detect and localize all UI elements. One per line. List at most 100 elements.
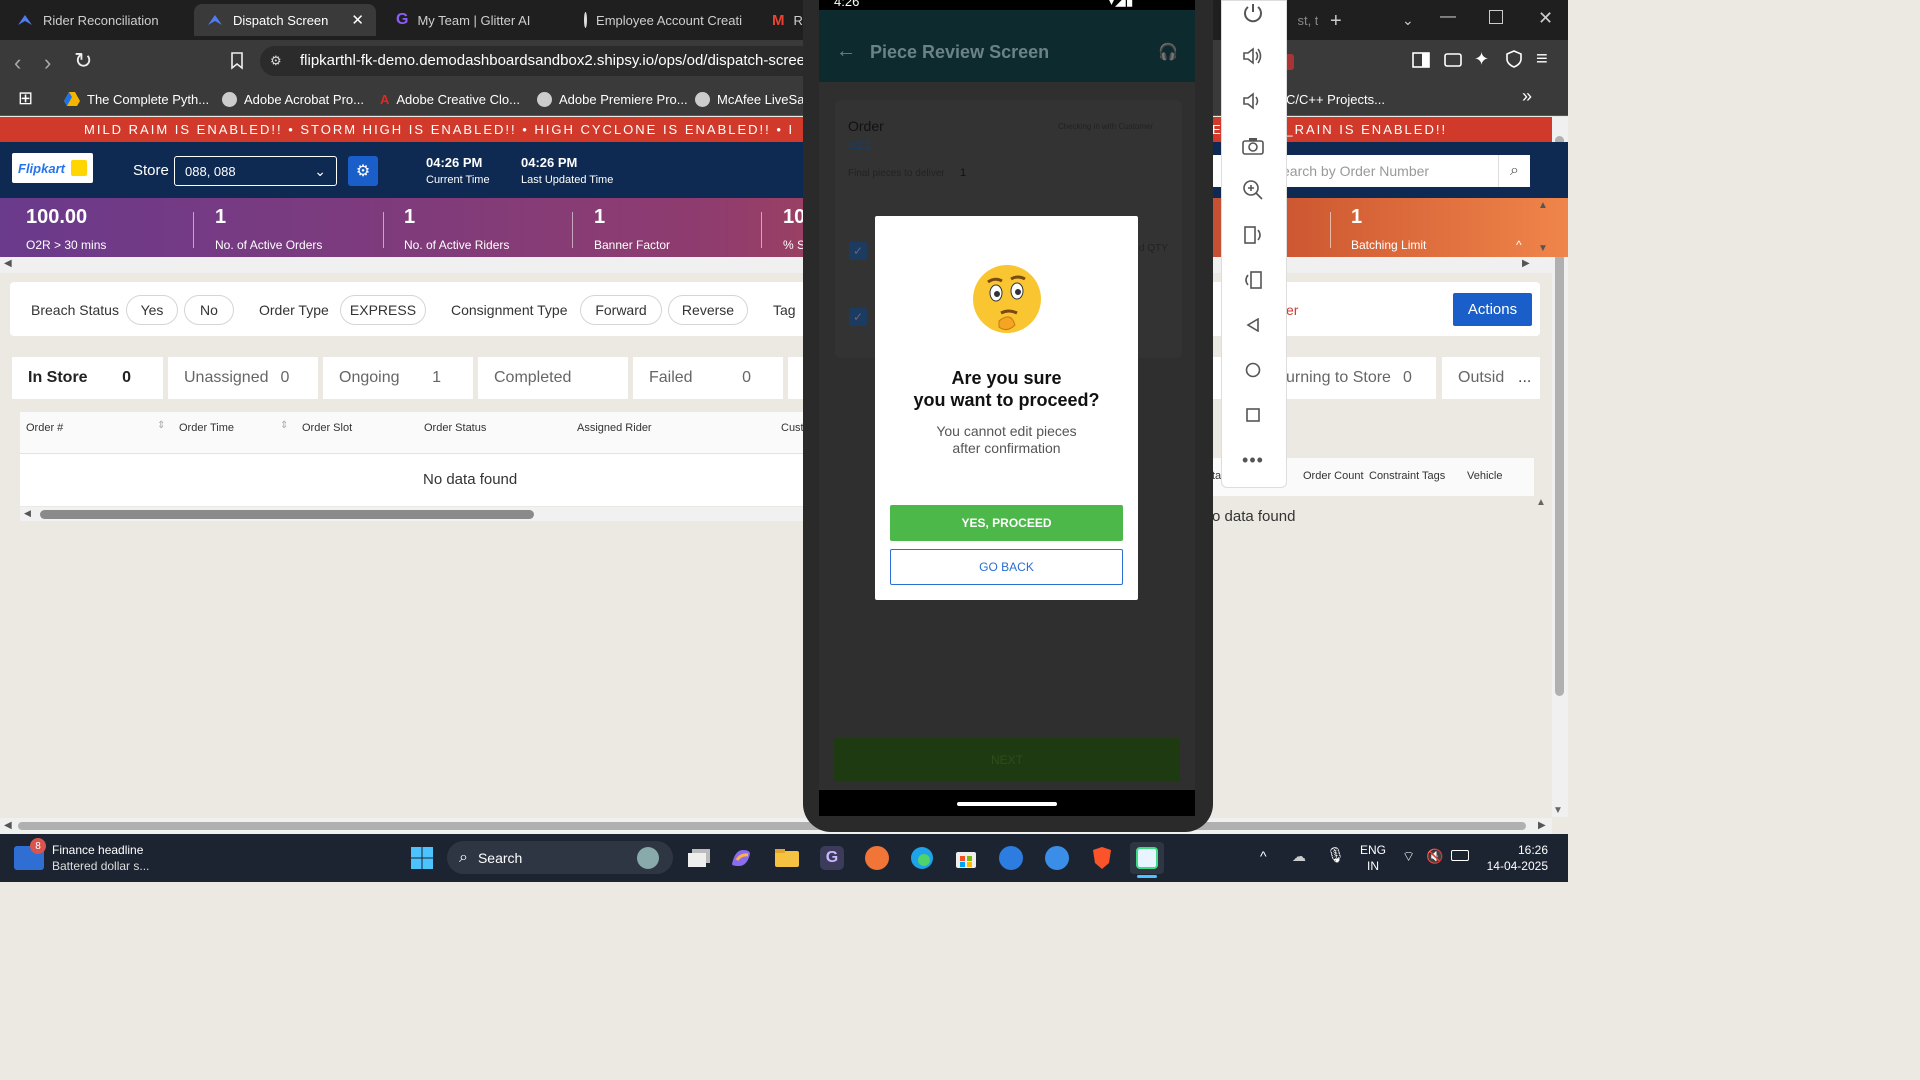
battery-icon[interactable] bbox=[1451, 850, 1469, 861]
file-explorer-icon[interactable] bbox=[770, 842, 804, 874]
arrow-back-icon[interactable]: ← bbox=[836, 40, 856, 63]
brave-browser-icon[interactable] bbox=[1085, 842, 1119, 874]
tab-list-chevron-icon[interactable]: ⌄ bbox=[1402, 12, 1414, 29]
order-type-express-chip[interactable]: EXPRESS bbox=[340, 295, 426, 325]
scroll-right-arrow-icon[interactable]: ▶ bbox=[1538, 820, 1546, 831]
tab-unassigned[interactable]: Unassigned 0 bbox=[168, 357, 318, 399]
breach-yes-chip[interactable]: Yes bbox=[126, 295, 178, 325]
glitter-app-icon[interactable]: G bbox=[815, 842, 849, 874]
swift-app-icon[interactable] bbox=[860, 842, 894, 874]
scroll-up-arrow-icon[interactable]: ▲ bbox=[1538, 200, 1548, 211]
col-order-time[interactable]: Order Time bbox=[179, 422, 234, 434]
url-text[interactable]: flipkarthl-fk-demo.demodashboardsandbox2… bbox=[300, 52, 813, 69]
next-button[interactable]: NEXT bbox=[834, 738, 1180, 782]
metrics-scrollbar[interactable] bbox=[0, 257, 1552, 273]
scroll-left-arrow-icon[interactable]: ◀ bbox=[24, 508, 31, 519]
forward-icon[interactable]: › bbox=[44, 50, 51, 76]
shield-icon[interactable] bbox=[1506, 50, 1522, 68]
settings-gear-icon[interactable]: ⚙ bbox=[348, 156, 378, 186]
copilot-icon[interactable] bbox=[724, 842, 758, 874]
wifi-icon[interactable]: ⌔ bbox=[1402, 848, 1415, 866]
more-options-icon[interactable]: ••• bbox=[1240, 447, 1266, 473]
windows-start-icon[interactable] bbox=[405, 842, 439, 874]
news-widget[interactable]: 8 Finance headline Battered dollar s... bbox=[14, 838, 164, 876]
language-indicator[interactable]: ENG IN bbox=[1360, 842, 1386, 874]
volume-up-icon[interactable] bbox=[1240, 43, 1266, 69]
store-select[interactable]: 088, 088 ⌄ bbox=[174, 156, 337, 186]
cloud-sync-icon[interactable]: ☁ bbox=[1292, 848, 1306, 865]
scroll-left-arrow-icon[interactable]: ◀ bbox=[4, 258, 12, 269]
apps-grid-icon[interactable]: ⊞ bbox=[18, 88, 33, 109]
piece-checkbox[interactable]: ✓ bbox=[849, 242, 867, 260]
bookmark-item[interactable]: Adobe Premiere Pro... bbox=[537, 89, 688, 109]
reload-icon[interactable]: ↻ bbox=[74, 48, 92, 74]
scroll-right-arrow-icon[interactable]: ▶ bbox=[1522, 258, 1530, 269]
filter-fragment-text[interactable]: er bbox=[1286, 302, 1298, 318]
scroll-down-arrow-icon[interactable]: ▼ bbox=[1538, 243, 1548, 254]
maximize-icon[interactable] bbox=[1489, 10, 1503, 24]
more-tabs-icon[interactable]: ... bbox=[1512, 357, 1540, 399]
speaker-muted-icon[interactable]: 🔇 bbox=[1426, 848, 1443, 865]
back-icon[interactable]: ‹ bbox=[14, 50, 21, 76]
site-settings-icon[interactable]: ⚙ bbox=[270, 53, 282, 69]
bookmark-item[interactable]: Adobe Acrobat Pro... bbox=[222, 89, 364, 109]
headset-icon[interactable]: 🎧 bbox=[1158, 42, 1178, 62]
browser-tab[interactable]: G My Team | Glitter AI bbox=[384, 0, 566, 40]
edge-browser-icon[interactable] bbox=[905, 842, 939, 874]
piece-checkbox[interactable]: ✓ bbox=[849, 308, 867, 326]
close-tab-icon[interactable]: ✕ bbox=[351, 11, 364, 29]
col-order-number[interactable]: Order # bbox=[26, 422, 63, 434]
android-studio-icon[interactable] bbox=[1130, 842, 1164, 874]
bookmark-icon[interactable] bbox=[230, 52, 244, 70]
store-app-icon[interactable] bbox=[949, 842, 983, 874]
scroll-left-arrow-icon[interactable]: ◀ bbox=[4, 820, 12, 831]
collapse-up-icon[interactable]: ^ bbox=[1516, 238, 1522, 252]
clock[interactable]: 16:26 14-04-2025 bbox=[1484, 842, 1548, 874]
sidebar-toggle-icon[interactable] bbox=[1412, 52, 1430, 68]
copilot-star-icon[interactable]: ✦ bbox=[1474, 49, 1489, 70]
overview-square-icon[interactable] bbox=[1240, 402, 1266, 428]
volume-down-icon[interactable] bbox=[1240, 88, 1266, 114]
home-circle-icon[interactable] bbox=[1240, 357, 1266, 383]
tray-expand-icon[interactable]: ^ bbox=[1260, 848, 1267, 864]
close-window-icon[interactable]: ✕ bbox=[1538, 8, 1553, 29]
yes-proceed-button[interactable]: YES, PROCEED bbox=[890, 505, 1123, 541]
new-tab-icon[interactable]: + bbox=[1330, 10, 1342, 33]
scroll-down-arrow-icon[interactable]: ▼ bbox=[1553, 805, 1563, 816]
search-icon[interactable]: ⌕ bbox=[1498, 155, 1530, 187]
microphone-icon[interactable]: 🎙 bbox=[1326, 846, 1345, 864]
sync-app-icon[interactable] bbox=[1040, 842, 1074, 874]
home-gesture-handle[interactable] bbox=[957, 802, 1057, 806]
tab-completed[interactable]: Completed bbox=[478, 357, 628, 399]
tab-outside[interactable]: Outsid bbox=[1442, 357, 1512, 399]
bookmark-item[interactable]: C/C++ Projects... bbox=[1286, 89, 1385, 109]
sort-icon[interactable]: ⇕ bbox=[157, 420, 165, 431]
back-triangle-icon[interactable] bbox=[1240, 312, 1266, 338]
tab-failed[interactable]: Failed 0 bbox=[633, 357, 783, 399]
task-view-icon[interactable] bbox=[682, 842, 716, 874]
page-horizontal-thumb[interactable] bbox=[18, 822, 1526, 830]
browser-tab[interactable]: M R bbox=[760, 0, 808, 40]
go-back-button[interactable]: GO BACK bbox=[890, 549, 1123, 585]
consignment-forward-chip[interactable]: Forward bbox=[580, 295, 662, 325]
zoom-in-icon[interactable] bbox=[1240, 177, 1266, 203]
taskbar-search[interactable]: ⌕ Search bbox=[447, 841, 673, 874]
more-bookmarks-icon[interactable]: » bbox=[1522, 86, 1532, 107]
tab-ongoing[interactable]: Ongoing 1 bbox=[323, 357, 473, 399]
camera-icon[interactable] bbox=[1240, 133, 1266, 159]
tab-in-store[interactable]: In Store 0 bbox=[12, 357, 163, 399]
actions-button[interactable]: Actions bbox=[1453, 293, 1532, 326]
quick-assist-icon[interactable] bbox=[994, 842, 1028, 874]
tab-partial[interactable] bbox=[788, 357, 803, 399]
browser-tab[interactable]: Rider Reconciliation bbox=[4, 0, 188, 40]
bookmark-item[interactable]: McAfee LiveSafe bbox=[695, 89, 815, 109]
scroll-up-arrow-icon[interactable]: ▲ bbox=[1536, 497, 1546, 508]
rotate-right-icon[interactable] bbox=[1240, 267, 1266, 293]
sort-icon[interactable]: ⇕ bbox=[280, 420, 288, 431]
browser-tab[interactable]: Employee Account Creati bbox=[572, 0, 754, 40]
minimize-icon[interactable]: — bbox=[1440, 8, 1456, 26]
wallet-icon[interactable] bbox=[1444, 52, 1462, 68]
breach-no-chip[interactable]: No bbox=[184, 295, 234, 325]
consignment-reverse-chip[interactable]: Reverse bbox=[668, 295, 748, 325]
browser-tab-active[interactable]: Dispatch Screen ✕ bbox=[194, 4, 376, 36]
